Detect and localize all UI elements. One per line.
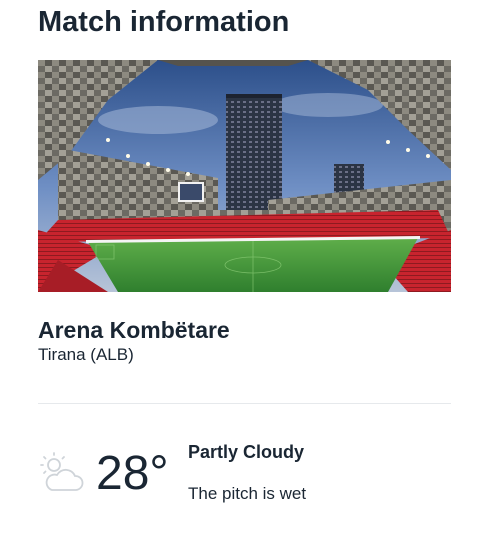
venue-photo [38, 60, 451, 292]
partly-cloudy-icon [40, 452, 84, 491]
divider [38, 403, 451, 404]
weather-condition: Partly Cloudy [188, 442, 305, 462]
pitch-condition: The pitch is wet [188, 484, 307, 503]
venue-name: Arena Kombëtare [38, 317, 230, 343]
venue-city: Tirana (ALB) [38, 345, 134, 364]
temperature: 28° [96, 447, 169, 500]
section-title: Match information [38, 6, 290, 38]
match-information-card: Match information Arena Kombëtare Tirana… [0, 0, 486, 538]
